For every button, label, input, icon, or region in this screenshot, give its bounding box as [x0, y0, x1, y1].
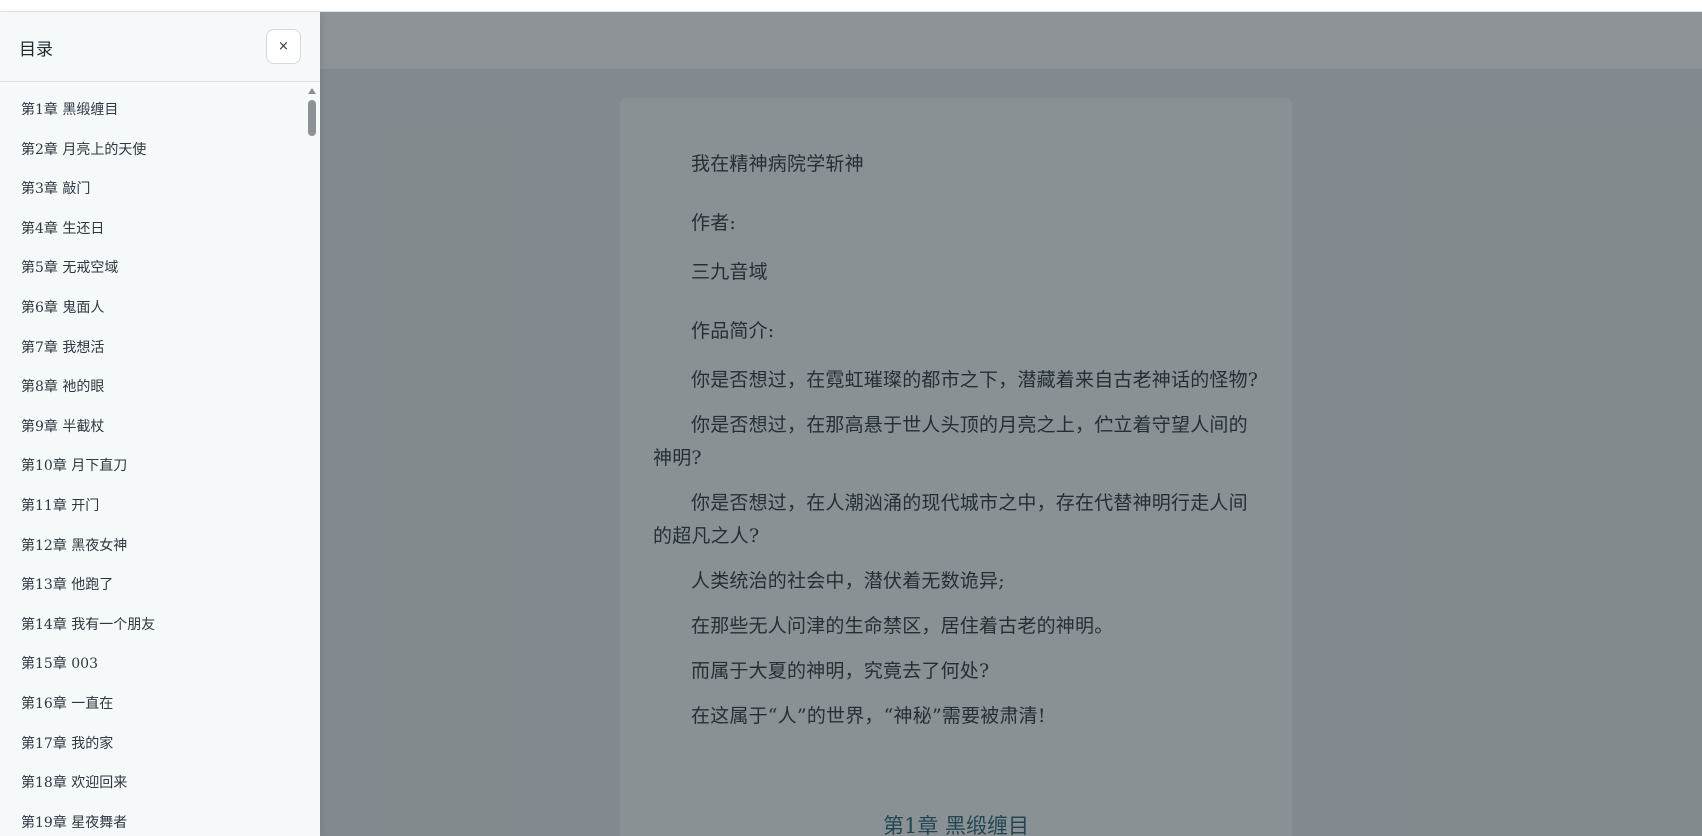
close-icon: × [278, 39, 289, 54]
toc-item[interactable]: 第19章 星夜舞者 [0, 804, 305, 836]
toc-item[interactable]: 第15章 003 [0, 645, 305, 685]
sidebar-title: 目录 [19, 40, 53, 60]
toc-item[interactable]: 第2章 月亮上的天使 [0, 131, 305, 171]
sidebar-header: 目录 × [0, 12, 320, 82]
toc-scrollbar[interactable] [305, 83, 320, 836]
toc-item[interactable]: 第17章 我的家 [0, 725, 305, 765]
toc-list: 第1章 黑缎缠目 第2章 月亮上的天使 第3章 敲门 第4章 生还日 第5章 无戒空域第… [0, 91, 305, 836]
toc-item[interactable]: 第3章 敲门 [0, 170, 305, 210]
toc-item[interactable]: 第9章 半截杖 [0, 408, 305, 448]
toc-list-container[interactable]: 第1章 黑缎缠目 第2章 月亮上的天使 第3章 敲门 第4章 生还日 第5章 无戒空域第… [0, 83, 305, 836]
toc-item[interactable]: 第16章 一直在 [0, 685, 305, 725]
toc-item[interactable]: 第18章 欢迎回来 [0, 764, 305, 804]
app-window: 我在精神病院学斩神 作者: 三九音域 作品简介: 你是否想过，在霓虹璀璨的都市之… [0, 0, 1702, 836]
toc-sidebar: 目录 × 第1章 黑缎缠目 第2章 月亮上的天使 第3章 敲门 第4章 生还日 第5章 … [0, 12, 320, 836]
toc-item[interactable]: 第12章 黑夜女神 [0, 527, 305, 567]
dim-overlay[interactable] [320, 12, 1702, 836]
top-bar [0, 0, 1702, 12]
close-button[interactable]: × [266, 29, 301, 64]
toc-item[interactable]: 第6章 鬼面人 [0, 289, 305, 329]
toc-item[interactable]: 第7章 我想活 [0, 329, 305, 369]
toc-item[interactable]: 第1章 黑缎缠目 [0, 91, 305, 131]
toc-item[interactable]: 第4章 生还日 [0, 210, 305, 250]
toc-item[interactable]: 第10章 月下直刀 [0, 447, 305, 487]
toc-item[interactable]: 第13章 他跑了 [0, 566, 305, 606]
toc-item[interactable]: 第8章 祂的眼 [0, 368, 305, 408]
toc-item[interactable]: 第14章 我有一个朋友 [0, 606, 305, 646]
scroll-up-arrow-icon[interactable] [308, 88, 316, 94]
toc-item[interactable]: 第11章 开门 [0, 487, 305, 527]
toc-item[interactable]: 第5章 无戒空域 [0, 249, 305, 289]
scroll-thumb[interactable] [308, 100, 316, 136]
